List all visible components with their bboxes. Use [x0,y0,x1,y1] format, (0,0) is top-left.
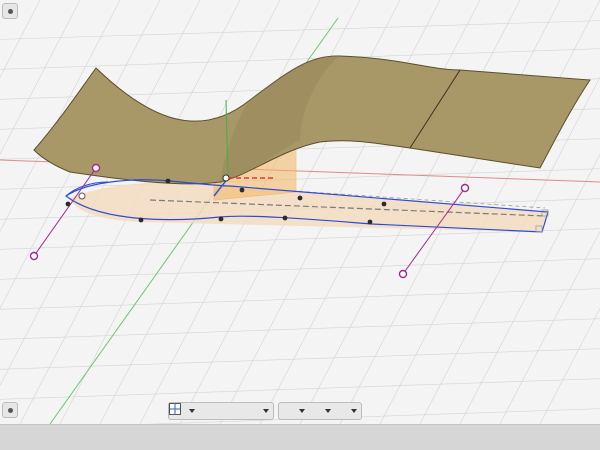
zoom-caret-icon[interactable] [263,409,269,413]
navigation-toolbar [168,402,362,420]
viewcube-toggle-button[interactable] [2,3,18,19]
viewcube-dot-icon [7,8,13,14]
display-settings-icon[interactable] [169,404,296,418]
control-point[interactable] [282,215,288,221]
model-canvas [0,0,600,424]
display-caret-icon[interactable] [299,409,305,413]
tangent-handle-left-top[interactable] [91,163,101,173]
look-at-icon[interactable] [169,404,212,418]
grid-caret-icon[interactable] [351,409,357,413]
nav-group-view [168,402,274,420]
control-point[interactable] [218,216,224,222]
sketch-start-point[interactable] [78,192,86,200]
control-point[interactable] [367,219,373,225]
control-point[interactable] [239,187,245,193]
visual-style-caret-icon[interactable] [325,409,331,413]
tangent-handle-right-bottom[interactable] [398,269,408,279]
orbit-caret-icon[interactable] [189,409,195,413]
zoom-window-icon[interactable] [169,403,260,418]
control-point[interactable] [297,195,303,201]
grid-settings-icon[interactable] [169,403,348,418]
tangent-handle-left-bottom[interactable] [29,251,39,261]
nav-group-display [169,402,362,420]
zoom-icon[interactable] [169,403,244,418]
control-point[interactable] [381,201,387,207]
sketch-origin-point[interactable] [222,174,230,182]
3d-viewport[interactable] [0,0,600,424]
ground-shadow-region [70,181,548,232]
viewcube-dot-icon [7,407,13,413]
control-point[interactable] [65,201,71,207]
browser-toggle-button[interactable] [2,402,18,418]
bottom-strip [0,424,600,450]
pan-hand-icon[interactable] [171,403,228,418]
control-point[interactable] [165,178,171,184]
control-point[interactable] [138,217,144,223]
visual-style-icon[interactable] [169,403,322,418]
tangent-handle-right-top[interactable] [460,183,470,193]
